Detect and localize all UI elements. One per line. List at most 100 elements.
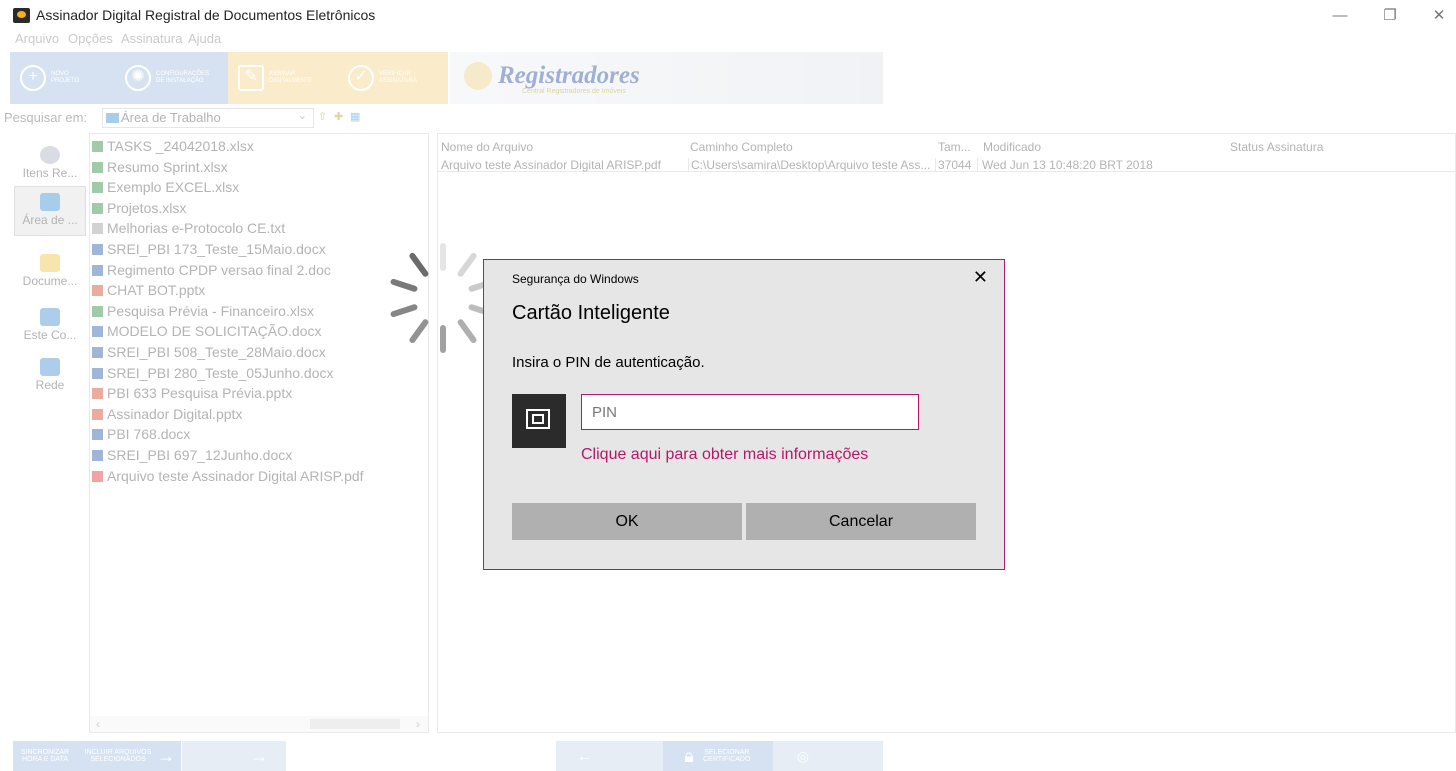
column-header-status[interactable]: Status Assinatura: [1230, 140, 1450, 154]
file-name: Pesquisa Prévia - Financeiro.xlsx: [107, 302, 314, 319]
new-folder-icon[interactable]: ✚: [334, 110, 348, 124]
file-list-item[interactable]: Pesquisa Prévia - Financeiro.xlsx: [92, 303, 314, 323]
file-type-icon: [92, 326, 103, 338]
file-list-item[interactable]: Regimento CPDP versao final 2.doc: [92, 262, 331, 282]
column-header-name[interactable]: Nome do Arquivo: [441, 140, 686, 154]
disabled-next-button[interactable]: →: [182, 741, 286, 771]
disabled-action-button[interactable]: ◎: [773, 741, 883, 771]
file-list-item[interactable]: Resumo Sprint.xlsx: [92, 159, 228, 179]
column-header-path[interactable]: Caminho Completo: [690, 140, 935, 154]
scroll-right-icon[interactable]: ›: [416, 717, 420, 731]
file-list-item[interactable]: SREI_PBI 508_Teste_28Maio.docx: [92, 344, 326, 364]
ok-button[interactable]: OK: [512, 503, 742, 540]
scroll-left-icon[interactable]: ‹: [96, 717, 100, 731]
file-list-item[interactable]: TASKS _24042018.xlsx: [92, 138, 254, 158]
up-folder-icon[interactable]: ⇧: [318, 110, 332, 124]
place-recent[interactable]: Itens Re...: [14, 140, 86, 190]
horizontal-scrollbar[interactable]: ‹ ›: [90, 716, 428, 732]
file-list-item[interactable]: MODELO DE SOLICITAÇÃO.docx: [92, 323, 321, 343]
select-certificate-button[interactable]: 🔒︎ SELECIONAR CERTIFICADO: [663, 741, 773, 771]
file-name: CHAT BOT.pptx: [107, 282, 206, 299]
new-project-button[interactable]: + NOVO PROJETO: [10, 52, 115, 104]
file-name: Arquivo teste Assinador Digital ARISP.pd…: [107, 467, 364, 484]
dialog-heading: Cartão Inteligente: [512, 302, 670, 324]
file-list-item[interactable]: PBI 768.docx: [92, 426, 190, 446]
pin-input[interactable]: [581, 394, 919, 430]
arrow-right-icon: →: [250, 745, 268, 766]
file-name: TASKS _24042018.xlsx: [107, 138, 254, 154]
table-cell-name[interactable]: Arquivo teste Assinador Digital ARISP.pd…: [441, 158, 686, 172]
file-list-item[interactable]: Arquivo teste Assinador Digital ARISP.pd…: [92, 468, 364, 488]
file-type-icon: [92, 182, 103, 194]
menu-assinatura[interactable]: Assinatura: [121, 31, 182, 46]
settings-button[interactable]: ✺ CONFIGURAÇÕES DE INSTALAÇÃO: [115, 52, 228, 104]
smart-card-icon: [512, 394, 566, 448]
menu-arquivo[interactable]: Arquivo: [15, 31, 59, 46]
table-cell-size[interactable]: 37044: [935, 158, 978, 172]
place-desktop[interactable]: Área de ...: [14, 186, 86, 236]
file-list-item[interactable]: PBI 633 Pesquisa Prévia.pptx: [92, 385, 292, 405]
file-name: Projetos.xlsx: [107, 199, 187, 216]
file-list-item[interactable]: Melhorias e-Protocolo CE.txt: [92, 220, 285, 240]
disabled-back-button[interactable]: ←: [556, 741, 663, 771]
search-location-select[interactable]: Área de Trabalho ⌄: [102, 108, 314, 128]
file-list-item[interactable]: Assinador Digital.pptx: [92, 406, 242, 426]
spinner-segment: [409, 319, 429, 344]
file-name: PBI 633 Pesquisa Prévia.pptx: [107, 385, 293, 402]
cancel-button[interactable]: Cancelar: [746, 503, 976, 540]
place-documents-label: Docume...: [22, 274, 78, 288]
place-desktop-label: Área de ...: [22, 213, 78, 227]
app-icon: [13, 8, 30, 23]
arrow-right-icon: →: [157, 745, 175, 766]
file-type-icon: [92, 141, 103, 152]
file-list-item[interactable]: CHAT BOT.pptx: [92, 282, 205, 302]
close-window-button[interactable]: ✕: [1424, 4, 1454, 28]
scrollbar-thumb[interactable]: [310, 719, 400, 729]
toolbar: + NOVO PROJETO ✺ CONFIGURAÇÕES DE INSTAL…: [10, 52, 883, 104]
file-type-icon: [92, 388, 103, 400]
window-title: Assinador Digital Registral de Documento…: [36, 7, 376, 23]
new-project-label: NOVO PROJETO: [51, 71, 80, 84]
place-computer[interactable]: Este Co...: [14, 302, 86, 352]
place-documents[interactable]: Docume...: [14, 248, 86, 298]
column-header-modified[interactable]: Modificado: [983, 140, 1228, 154]
search-label: Pesquisar em:: [4, 110, 88, 125]
recent-items-icon: [40, 146, 60, 164]
more-info-link[interactable]: Clique aqui para obter mais informações: [581, 446, 868, 464]
table-cell-path[interactable]: C:\Users\samira\Desktop\Arquivo teste As…: [688, 158, 936, 172]
file-list-item[interactable]: Exemplo EXCEL.xlsx: [92, 179, 239, 199]
place-network[interactable]: Rede: [14, 352, 86, 402]
disabled-action-icon: ◎: [796, 747, 810, 764]
file-name: Melhorias e-Protocolo CE.txt: [107, 220, 286, 237]
menu-opcoes[interactable]: Opções: [68, 31, 113, 46]
gear-icon: ✺: [125, 65, 151, 91]
logo-subtitle: Central Registradores de Imóveis: [522, 88, 626, 95]
dialog-close-icon[interactable]: ✕: [973, 267, 988, 288]
documents-icon: [40, 254, 60, 272]
select-certificate-label: SELECIONAR CERTIFICADO: [703, 749, 751, 763]
file-list: TASKS _24042018.xlsx Resumo Sprint.xlsx Ex…: [89, 133, 429, 733]
file-type-icon: [92, 264, 103, 276]
restore-button[interactable]: ❐: [1375, 4, 1405, 28]
file-list-item[interactable]: Projetos.xlsx: [92, 200, 186, 220]
minimize-button[interactable]: —: [1325, 4, 1355, 28]
sync-datetime-button[interactable]: SINCRONIZAR HORA E DATA: [13, 741, 77, 771]
file-list-item[interactable]: SREI_PBI 280_Teste_05Junho.docx: [92, 365, 334, 385]
column-header-size[interactable]: Tam...: [938, 140, 978, 154]
lock-icon: 🔒︎: [684, 745, 694, 766]
sign-button[interactable]: ✎ ASSINAR DIGITALMENTE: [228, 52, 338, 104]
file-name: SREI_PBI 508_Teste_28Maio.docx: [107, 344, 326, 360]
include-files-button[interactable]: INCLUIR ARQUIVOS SELECIONADOS →: [77, 741, 181, 771]
place-computer-label: Este Co...: [23, 328, 77, 342]
sync-datetime-label: SINCRONIZAR HORA E DATA: [20, 749, 70, 763]
logo-name: Registradores: [498, 62, 640, 89]
table-cell-modified[interactable]: Wed Jun 13 10:48:20 BRT 2018: [977, 158, 1227, 172]
search-location-value: Área de Trabalho: [121, 110, 221, 125]
verify-button[interactable]: ✓ VERIFICAR ASSINATURA: [338, 52, 448, 104]
menu-ajuda[interactable]: Ajuda: [188, 31, 221, 46]
file-list-item[interactable]: SREI_PBI 173_Teste_15Maio.docx: [92, 241, 326, 261]
file-list-item[interactable]: SREI_PBI 697_12Junho.docx: [92, 447, 292, 467]
file-type-icon: [92, 450, 103, 461]
view-menu-icon[interactable]: ▦: [350, 110, 364, 124]
file-name: Resumo Sprint.xlsx: [107, 158, 228, 175]
